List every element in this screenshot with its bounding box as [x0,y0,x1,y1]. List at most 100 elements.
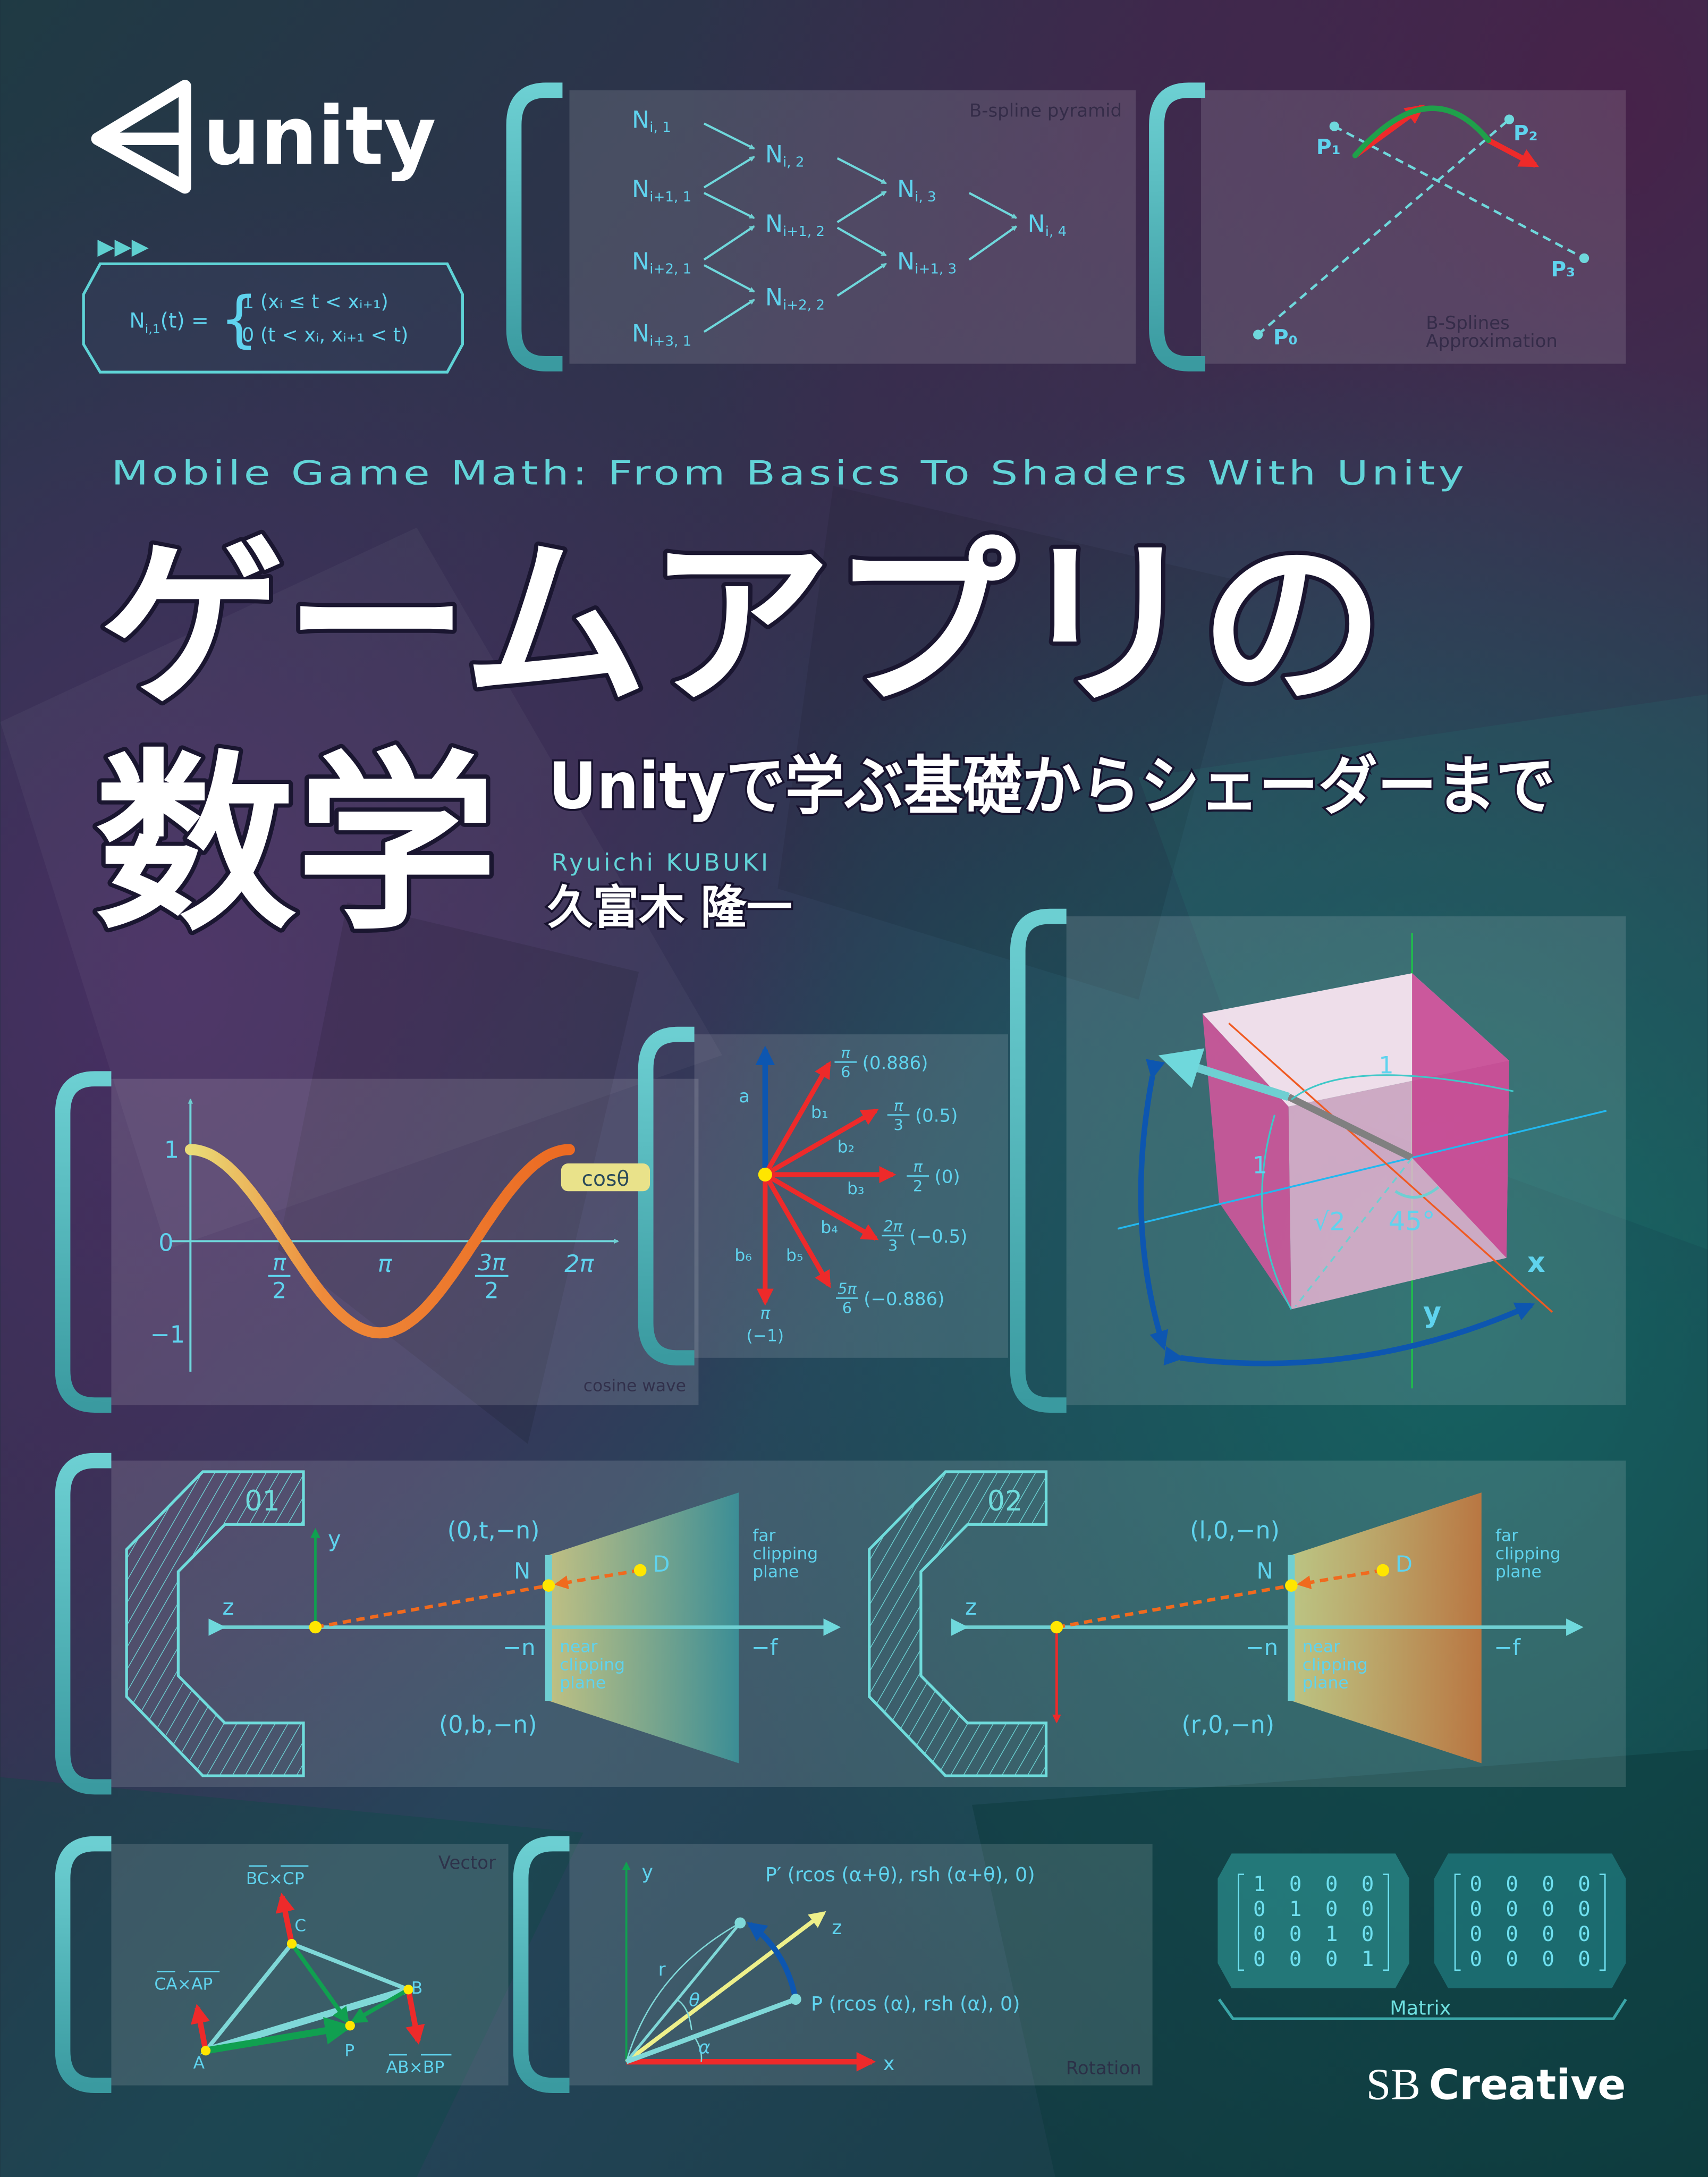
label-near: −n [503,1634,536,1660]
diagram-number: 02 [987,1486,1022,1517]
label-d: D [1396,1551,1413,1577]
vector-name: b₁ [811,1103,828,1122]
matrix-cell: 0 [1542,1947,1554,1971]
point-d [1376,1564,1390,1577]
angle-numerator: π [894,1096,903,1115]
label-d: D [653,1551,670,1577]
node-subscript: i+1, 1 [649,189,691,205]
x-tick-two-pi: 2π [564,1251,594,1278]
identity-matrix-box [1217,1853,1409,1988]
point-p0 [1253,330,1263,340]
svg-text:3π: 3π [478,1250,506,1276]
node-symbol: N [1028,210,1045,238]
zero-matrix-box [1434,1853,1626,1988]
cosine-caption: cosine wave [584,1376,686,1395]
svg-text:π: π [273,1250,286,1276]
matrix-cell: 0 [1578,1872,1591,1896]
edge-label-top: 1 [1379,1052,1393,1079]
origin-point [758,1167,772,1182]
node-subscript: i+1, 2 [783,224,825,240]
node-symbol: N [765,284,783,311]
x-tick-pi: π [378,1251,393,1278]
label-z: z [965,1594,977,1620]
node-subscript: i+1, 3 [915,261,957,277]
book-cover: unity ▶▶▶ Ni,1(t) = { 1 (xᵢ ≤ t < xᵢ₊₁) … [0,0,1708,2177]
subtitle: Unityで学ぶ基礎からシェーダーまで [548,749,1555,823]
matrix-cell: 0 [1542,1872,1554,1896]
edge-label-left: 1 [1253,1152,1267,1179]
cos-value: (−1) [746,1326,784,1345]
cos-value: (0) [935,1167,960,1188]
english-title: Mobile Game Math: From Basics To Shaders… [111,454,1467,493]
top-coordinate: (0,t,−n) [447,1517,540,1544]
axis-label-y: y [1423,1297,1441,1329]
node-subscript: i, 3 [915,189,936,205]
angle-label: 45° [1389,1205,1435,1236]
unity-wordmark: unity [203,89,436,183]
angle-numerator: π [914,1158,923,1176]
camera-origin [1050,1621,1063,1634]
matrix-cell: 0 [1289,1922,1302,1946]
label-p0: P₀ [1273,326,1298,350]
far-plane-label: plane [752,1563,799,1582]
far-plane-label: clipping [1495,1545,1561,1564]
point-n [542,1579,555,1592]
far-plane-label: far [752,1526,775,1546]
label-c: C [294,1917,306,1936]
pyramid-caption: B-spline pyramid [969,100,1122,121]
node-symbol: N [897,248,915,275]
matrix-cell: 0 [1362,1897,1374,1921]
near-plane-label: near [560,1638,597,1657]
vector-name: b₄ [821,1218,838,1237]
matrix-cell: 1 [1289,1897,1302,1921]
vector-caption: Vector [438,1852,496,1874]
vector-panel [111,1844,509,2086]
matrix-cell: 0 [1253,1947,1266,1971]
svg-text:2: 2 [272,1277,286,1303]
matrix-cell: 0 [1469,1947,1482,1971]
matrix-cell: 0 [1506,1947,1518,1971]
point-p2 [1504,114,1515,124]
matrix-cell: 0 [1289,1947,1302,1971]
label-y: y [641,1860,653,1883]
matrix-cell: 0 [1469,1922,1482,1946]
label-p: P [344,2041,354,2061]
matrix-cell: 0 [1362,1922,1374,1946]
label-z: z [832,1916,842,1939]
matrix-cell: 1 [1362,1947,1374,1971]
label-a: a [739,1086,750,1107]
matrix-cell: 0 [1506,1922,1518,1946]
matrix-cell: 0 [1506,1872,1518,1896]
cross-product-ca-ap: CA×AP [154,1975,213,1994]
node-symbol: N [897,176,915,203]
label-p2: P₂ [1513,122,1538,146]
node-subscript: i+3, 1 [649,333,691,349]
node-symbol: N [765,141,783,168]
main-title-line-2: 数学 [95,733,497,957]
far-plane-label: plane [1495,1563,1542,1582]
label-alpha: α [698,2037,710,2058]
angle-numerator: π [841,1044,851,1062]
cos-value: (0.5) [915,1106,958,1127]
node-symbol: N [632,176,649,203]
label-p-prime: P′ (rcos (α+θ), rsh (α+θ), 0) [765,1863,1035,1886]
vector-name: b₂ [838,1137,855,1157]
cross-product-bc-cp: BC×CP [246,1869,305,1888]
node-subscript: i, 4 [1045,224,1067,240]
node-subscript: i, 1 [649,120,671,136]
top-coordinate: (l,0,−n) [1190,1517,1280,1544]
angle-numerator: 5π [838,1280,857,1298]
diagonal-label: √2 [1314,1207,1346,1236]
label-far: −f [751,1634,779,1660]
camera-origin [309,1621,322,1634]
matrix-cell: 0 [1362,1872,1374,1896]
matrix-cell: 0 [1325,1897,1338,1921]
point-p [345,2021,355,2031]
matrix-cell: 0 [1253,1897,1266,1921]
svg-text:2: 2 [485,1277,499,1303]
point-p [790,1994,801,2005]
label-x: x [883,2052,895,2075]
angle-denominator: 6 [842,1299,852,1317]
matrix-cell: 0 [1469,1897,1482,1921]
publisher-logo: SB Creative [1366,2061,1626,2110]
